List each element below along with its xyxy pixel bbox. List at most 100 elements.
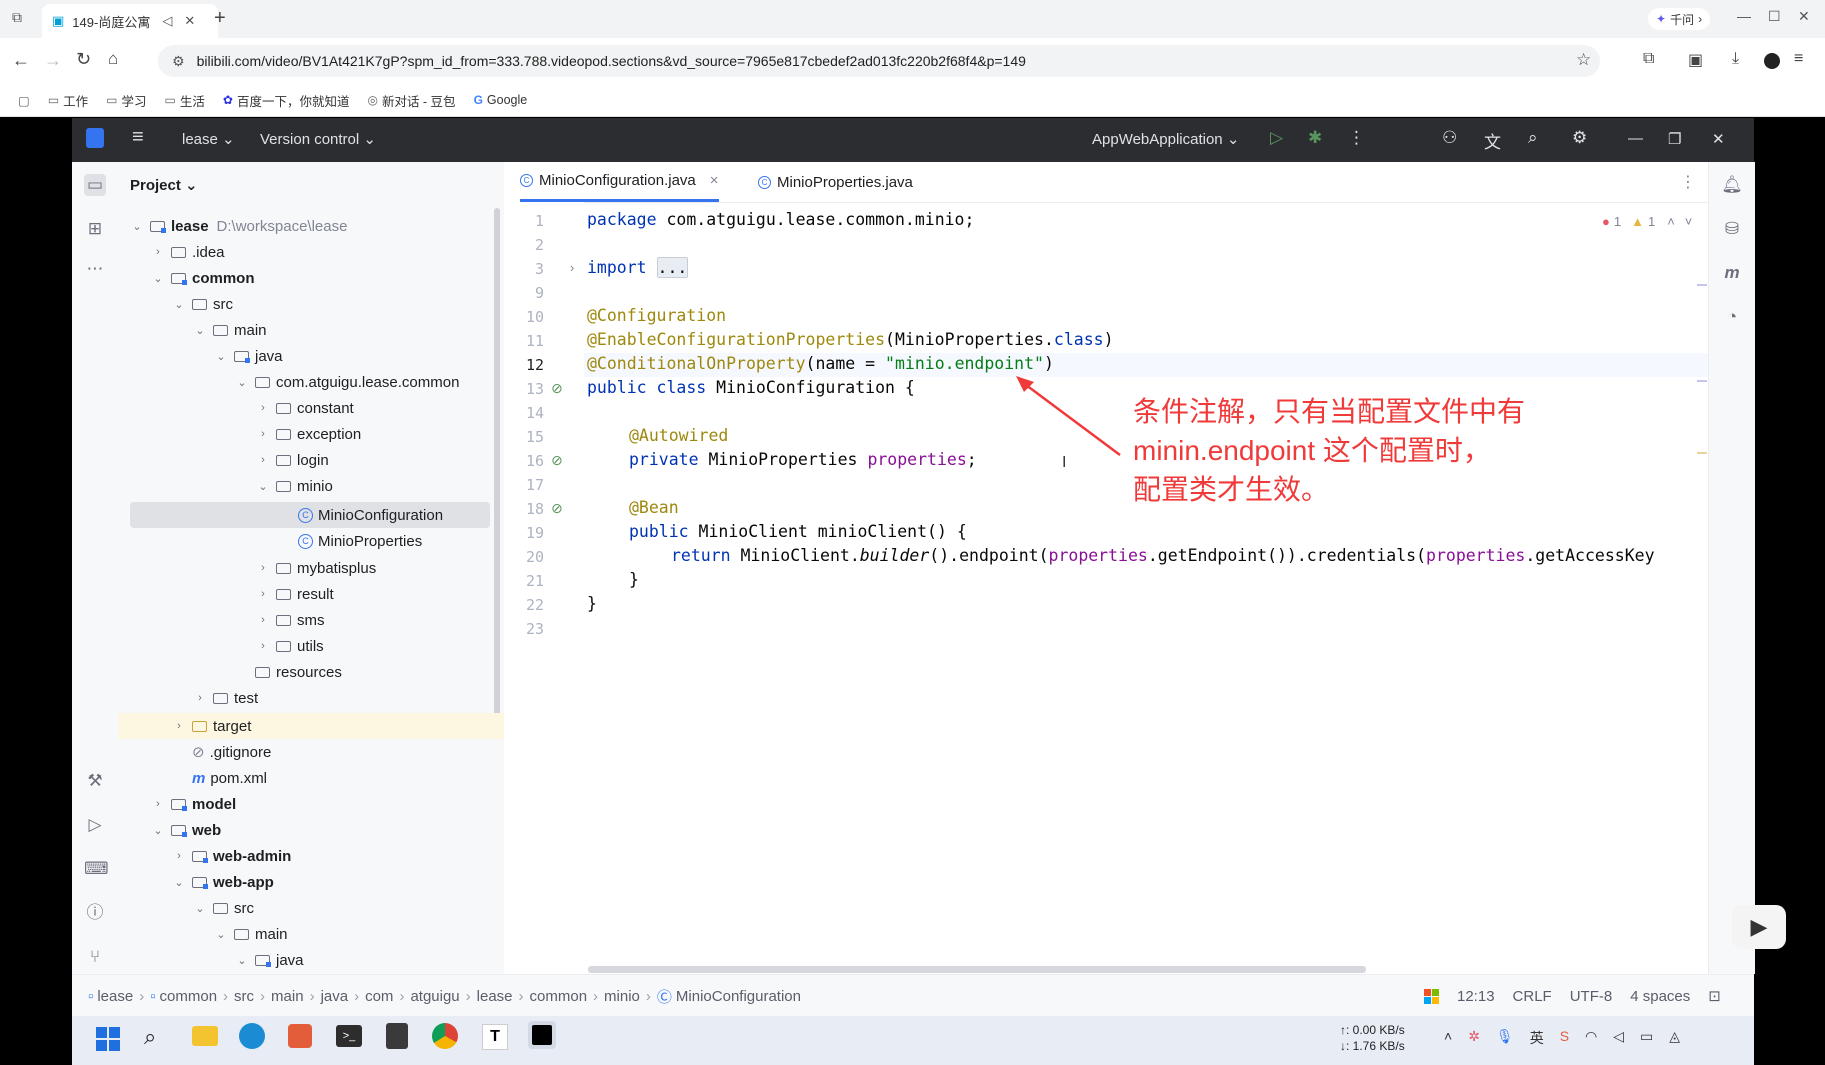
- code-line-15[interactable]: @Autowired: [629, 426, 728, 445]
- vcs-menu[interactable]: Version control ⌄: [260, 130, 376, 148]
- code-line-19[interactable]: public MinioClient minioClient() {: [629, 522, 967, 541]
- tray-app-icon[interactable]: ✲: [1468, 1028, 1480, 1048]
- file-encoding[interactable]: UTF-8: [1570, 988, 1613, 1005]
- fold-chevron-icon[interactable]: ›: [570, 260, 574, 275]
- autowired-gutter-icon[interactable]: ⊘: [551, 452, 563, 469]
- volume-icon[interactable]: ◁: [1613, 1028, 1624, 1048]
- lock-icon[interactable]: ⊡: [1708, 987, 1721, 1005]
- bookmark-item[interactable]: ◎ 新对话 - 豆包: [367, 91, 455, 110]
- caret-position[interactable]: 12:13: [1457, 988, 1495, 1005]
- terminal-tool-icon[interactable]: ⌨: [84, 858, 109, 880]
- tree-item-main[interactable]: ⌄ main: [193, 318, 266, 342]
- qianwen-button[interactable]: ✦ 千问 ›: [1648, 8, 1711, 30]
- microphone-icon[interactable]: 🎙︎: [1496, 1028, 1514, 1048]
- ide-minimize-icon[interactable]: —: [1628, 130, 1643, 147]
- wifi-icon[interactable]: ◠: [1585, 1028, 1597, 1048]
- services-tool-icon[interactable]: ▷: [84, 814, 106, 836]
- breadcrumb-item[interactable]: common: [530, 988, 588, 1005]
- bookmark-item[interactable]: ▭ 工作: [48, 91, 88, 110]
- menu-icon[interactable]: ≡: [1794, 50, 1803, 68]
- taskbar-search-icon[interactable]: ⌕: [144, 1024, 156, 1050]
- tree-item-minio-properties[interactable]: C MinioProperties: [298, 529, 422, 553]
- tree-item-lease[interactable]: ⌄ lease D:\workspace\lease: [130, 214, 347, 238]
- editor-horizontal-scrollbar[interactable]: [588, 966, 1366, 973]
- code-line-13[interactable]: public class MinioConfiguration {: [587, 378, 915, 397]
- battery-icon[interactable]: ▭: [1640, 1028, 1653, 1048]
- close-window-icon[interactable]: ✕: [1798, 8, 1810, 25]
- run-icon[interactable]: ▷: [1270, 128, 1283, 148]
- breadcrumb-item[interactable]: common: [160, 988, 218, 1005]
- project-switcher[interactable]: lease ⌄: [182, 130, 235, 148]
- notification-bell-icon[interactable]: ◬: [1669, 1028, 1680, 1048]
- tree-item-java[interactable]: ⌄ java: [214, 344, 282, 368]
- file-explorer-icon[interactable]: [192, 1026, 218, 1046]
- intellij-taskbar-button[interactable]: [528, 1021, 556, 1049]
- tree-item-sms[interactable]: › sms: [256, 608, 324, 632]
- minimize-window-icon[interactable]: —: [1737, 8, 1751, 24]
- run-config-selector[interactable]: AppWebApplication ⌄: [1092, 130, 1239, 148]
- back-icon[interactable]: ←: [12, 50, 30, 71]
- tree-item-result[interactable]: › result: [256, 582, 334, 606]
- tab-minio-properties[interactable]: C MinioProperties.java: [758, 162, 913, 202]
- project-panel-title[interactable]: Project ⌄: [130, 176, 198, 194]
- breadcrumb-item[interactable]: main: [271, 988, 304, 1005]
- forward-icon[interactable]: →: [44, 50, 62, 71]
- tree-item-src[interactable]: ⌄ src: [172, 292, 233, 316]
- more-tabs-icon[interactable]: ⋮: [1680, 172, 1696, 192]
- tree-item-pom[interactable]: m pom.xml: [172, 766, 267, 790]
- search-icon[interactable]: ⌕: [1528, 128, 1538, 148]
- bookmark-item[interactable]: ▭ 生活: [165, 91, 205, 110]
- debug-icon[interactable]: ✱: [1308, 128, 1322, 148]
- tab-search-icon[interactable]: ⧉: [12, 9, 22, 26]
- tree-item-test[interactable]: › test: [193, 686, 258, 710]
- code-line-22[interactable]: }: [587, 594, 597, 613]
- git-tool-icon[interactable]: ⑂: [84, 946, 106, 968]
- tree-item-common[interactable]: ⌄ common: [151, 266, 254, 290]
- code-line-18[interactable]: @Bean: [629, 498, 679, 517]
- main-menu-icon[interactable]: ≡: [132, 126, 144, 149]
- home-icon[interactable]: ⌂: [108, 49, 118, 69]
- profile-avatar[interactable]: [1764, 53, 1780, 69]
- tree-item-main[interactable]: ⌄ main: [214, 922, 287, 946]
- problems-tool-icon[interactable]: ⓘ: [84, 902, 106, 924]
- translate-icon[interactable]: 文: [1484, 128, 1501, 153]
- tree-item-web-app[interactable]: ⌄ web-app: [172, 870, 273, 894]
- code-line-10[interactable]: @Configuration: [587, 306, 726, 325]
- tree-item-mybatisplus[interactable]: › mybatisplus: [256, 556, 376, 580]
- gradle-icon[interactable]: ◔: [1721, 306, 1743, 328]
- chrome-icon[interactable]: [432, 1023, 458, 1049]
- code-line-16[interactable]: private MinioProperties properties;: [629, 450, 977, 469]
- breadcrumb-item[interactable]: lease: [477, 988, 513, 1005]
- tree-item-web[interactable]: ⌄ web: [151, 818, 221, 842]
- settings-icon[interactable]: ⚙: [1572, 128, 1587, 148]
- code-line-1[interactable]: package com.atguigu.lease.common.minio;: [587, 210, 974, 229]
- maven-tool-icon[interactable]: m: [1721, 262, 1743, 284]
- notifications-icon[interactable]: 🔔︎: [1721, 174, 1743, 196]
- breadcrumb-item[interactable]: src: [234, 988, 254, 1005]
- code-line-12[interactable]: @ConditionalOnProperty(name = "minio.end…: [587, 354, 1054, 373]
- project-tool-icon[interactable]: ▭: [84, 174, 106, 196]
- new-tab-button[interactable]: +: [214, 7, 226, 30]
- tree-item-java[interactable]: ⌄ java: [235, 948, 303, 972]
- tab-minio-configuration[interactable]: C MinioConfiguration.java ×: [520, 162, 719, 202]
- indent-setting[interactable]: 4 spaces: [1630, 988, 1690, 1005]
- tree-item-resources[interactable]: resources: [235, 660, 342, 684]
- tree-item-minio-configuration[interactable]: C MinioConfiguration: [298, 503, 443, 527]
- tree-item-package[interactable]: ⌄ com.atguigu.lease.common: [235, 370, 459, 394]
- tree-item-web-admin[interactable]: › web-admin: [172, 844, 291, 868]
- line-separator[interactable]: CRLF: [1513, 988, 1552, 1005]
- tree-item-gitignore[interactable]: ⊘ .gitignore: [172, 740, 271, 764]
- start-icon[interactable]: [96, 1027, 120, 1051]
- tree-item-model[interactable]: › model: [151, 792, 236, 816]
- more-actions-icon[interactable]: ⋮: [1348, 128, 1365, 148]
- ide-restore-icon[interactable]: ❐: [1668, 130, 1681, 148]
- site-info-icon[interactable]: ⚙: [172, 53, 185, 70]
- tree-item-idea[interactable]: › .idea: [151, 240, 224, 264]
- browser-tab[interactable]: ▣ 149-尚庭公寓 ◁ ✕: [42, 4, 218, 38]
- play-button[interactable]: ▶: [1732, 905, 1786, 949]
- bookmark-star-icon[interactable]: ☆: [1576, 50, 1591, 70]
- folded-imports[interactable]: ...: [656, 257, 689, 278]
- tree-item-minio[interactable]: ⌄ minio: [256, 474, 332, 498]
- tree-item-constant[interactable]: › constant: [256, 396, 354, 420]
- bookmark-item[interactable]: ▭ 学习: [106, 91, 146, 110]
